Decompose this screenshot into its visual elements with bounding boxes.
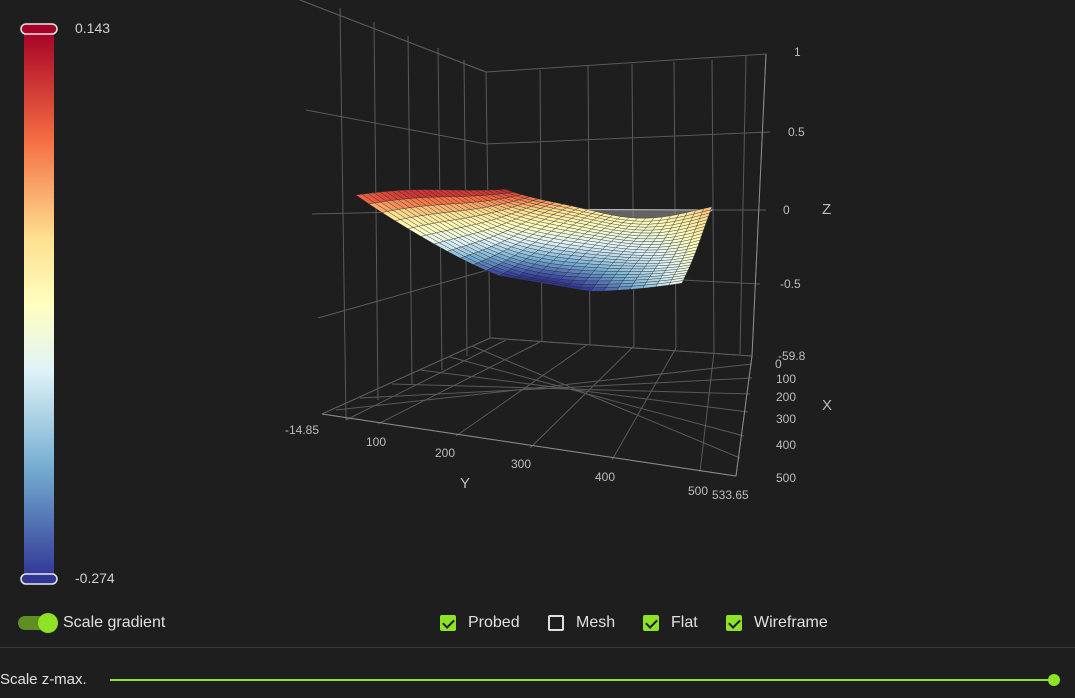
x-tick-label: 0 (775, 357, 782, 371)
probed-checkbox[interactable]: Probed (440, 614, 520, 632)
y-tick-label: 300 (511, 457, 531, 471)
surface-cell (616, 285, 633, 291)
x-tick-label: 100 (776, 372, 796, 386)
y-tick-label: 500 (688, 484, 708, 498)
surface-cell (629, 268, 645, 272)
probed-mesh-surface (355, 188, 713, 292)
x-tick-label: -59.8 (778, 349, 806, 363)
x-axis-title: X (822, 397, 832, 414)
colorbar-min-label: -0.274 (75, 570, 115, 586)
toggle-switch[interactable] (18, 613, 58, 633)
surface-cell (631, 265, 646, 270)
y-tick-label: 400 (595, 470, 615, 484)
scale-gradient-toggle[interactable]: Scale gradient (18, 613, 166, 633)
z-tick-label: 0.5 (788, 125, 805, 139)
mesh-3d-plot[interactable]: 1 0.5 0 -0.5 Z -59.8 0 100 200 300 400 5… (0, 0, 1075, 600)
scale-zmax-row: Scale z-max. (0, 660, 1075, 698)
scale-gradient-label: Scale gradient (63, 614, 166, 631)
y-tick-label: -14.85 (285, 423, 319, 437)
colorbar-max-label: 0.143 (75, 20, 111, 36)
checkbox-box[interactable] (726, 615, 742, 631)
wireframe-checkbox[interactable]: Wireframe (726, 614, 828, 632)
surface-cell (637, 257, 652, 262)
checkbox-box[interactable] (643, 615, 659, 631)
colorbar-max-handle[interactable] (20, 23, 58, 35)
scale-zmax-knob[interactable] (1048, 674, 1060, 686)
flat-checkbox[interactable]: Flat (643, 614, 698, 632)
checkbox-box[interactable] (548, 615, 564, 631)
checkbox-box[interactable] (440, 615, 456, 631)
y-tick-label: 200 (435, 446, 455, 460)
z-axis-title: Z (822, 201, 831, 218)
z-tick-label: 1 (794, 45, 801, 59)
floor-grid (321, 337, 753, 477)
colorbar-min-handle[interactable] (20, 573, 58, 585)
flat-label: Flat (671, 614, 698, 631)
y-tick-label: 533.65 (712, 488, 749, 502)
scale-zmax-track[interactable] (110, 679, 1054, 681)
surface-cell (614, 271, 631, 275)
scale-zmax-label: Scale z-max. (0, 671, 87, 688)
controls-bar: Scale gradient Probed Mesh Flat Wirefram… (0, 606, 1075, 646)
probed-label: Probed (468, 614, 520, 631)
mesh-checkbox[interactable]: Mesh (548, 614, 615, 632)
mesh-label: Mesh (576, 614, 616, 631)
z-tick-label: -0.5 (780, 277, 801, 291)
y-tick-label: 100 (366, 435, 386, 449)
z-tick-label: 0 (783, 203, 790, 217)
colorbar (20, 23, 58, 585)
wireframe-label: Wireframe (754, 614, 828, 631)
z-axis-line (751, 53, 767, 357)
x-tick-label: 200 (776, 390, 796, 404)
x-tick-label: 300 (776, 412, 796, 426)
divider (0, 647, 1075, 648)
x-axis-line (735, 355, 753, 477)
x-tick-label: 500 (776, 471, 796, 485)
y-axis-title: Y (460, 475, 470, 492)
x-tick-label: 400 (776, 438, 796, 452)
surface-cell (633, 263, 648, 267)
